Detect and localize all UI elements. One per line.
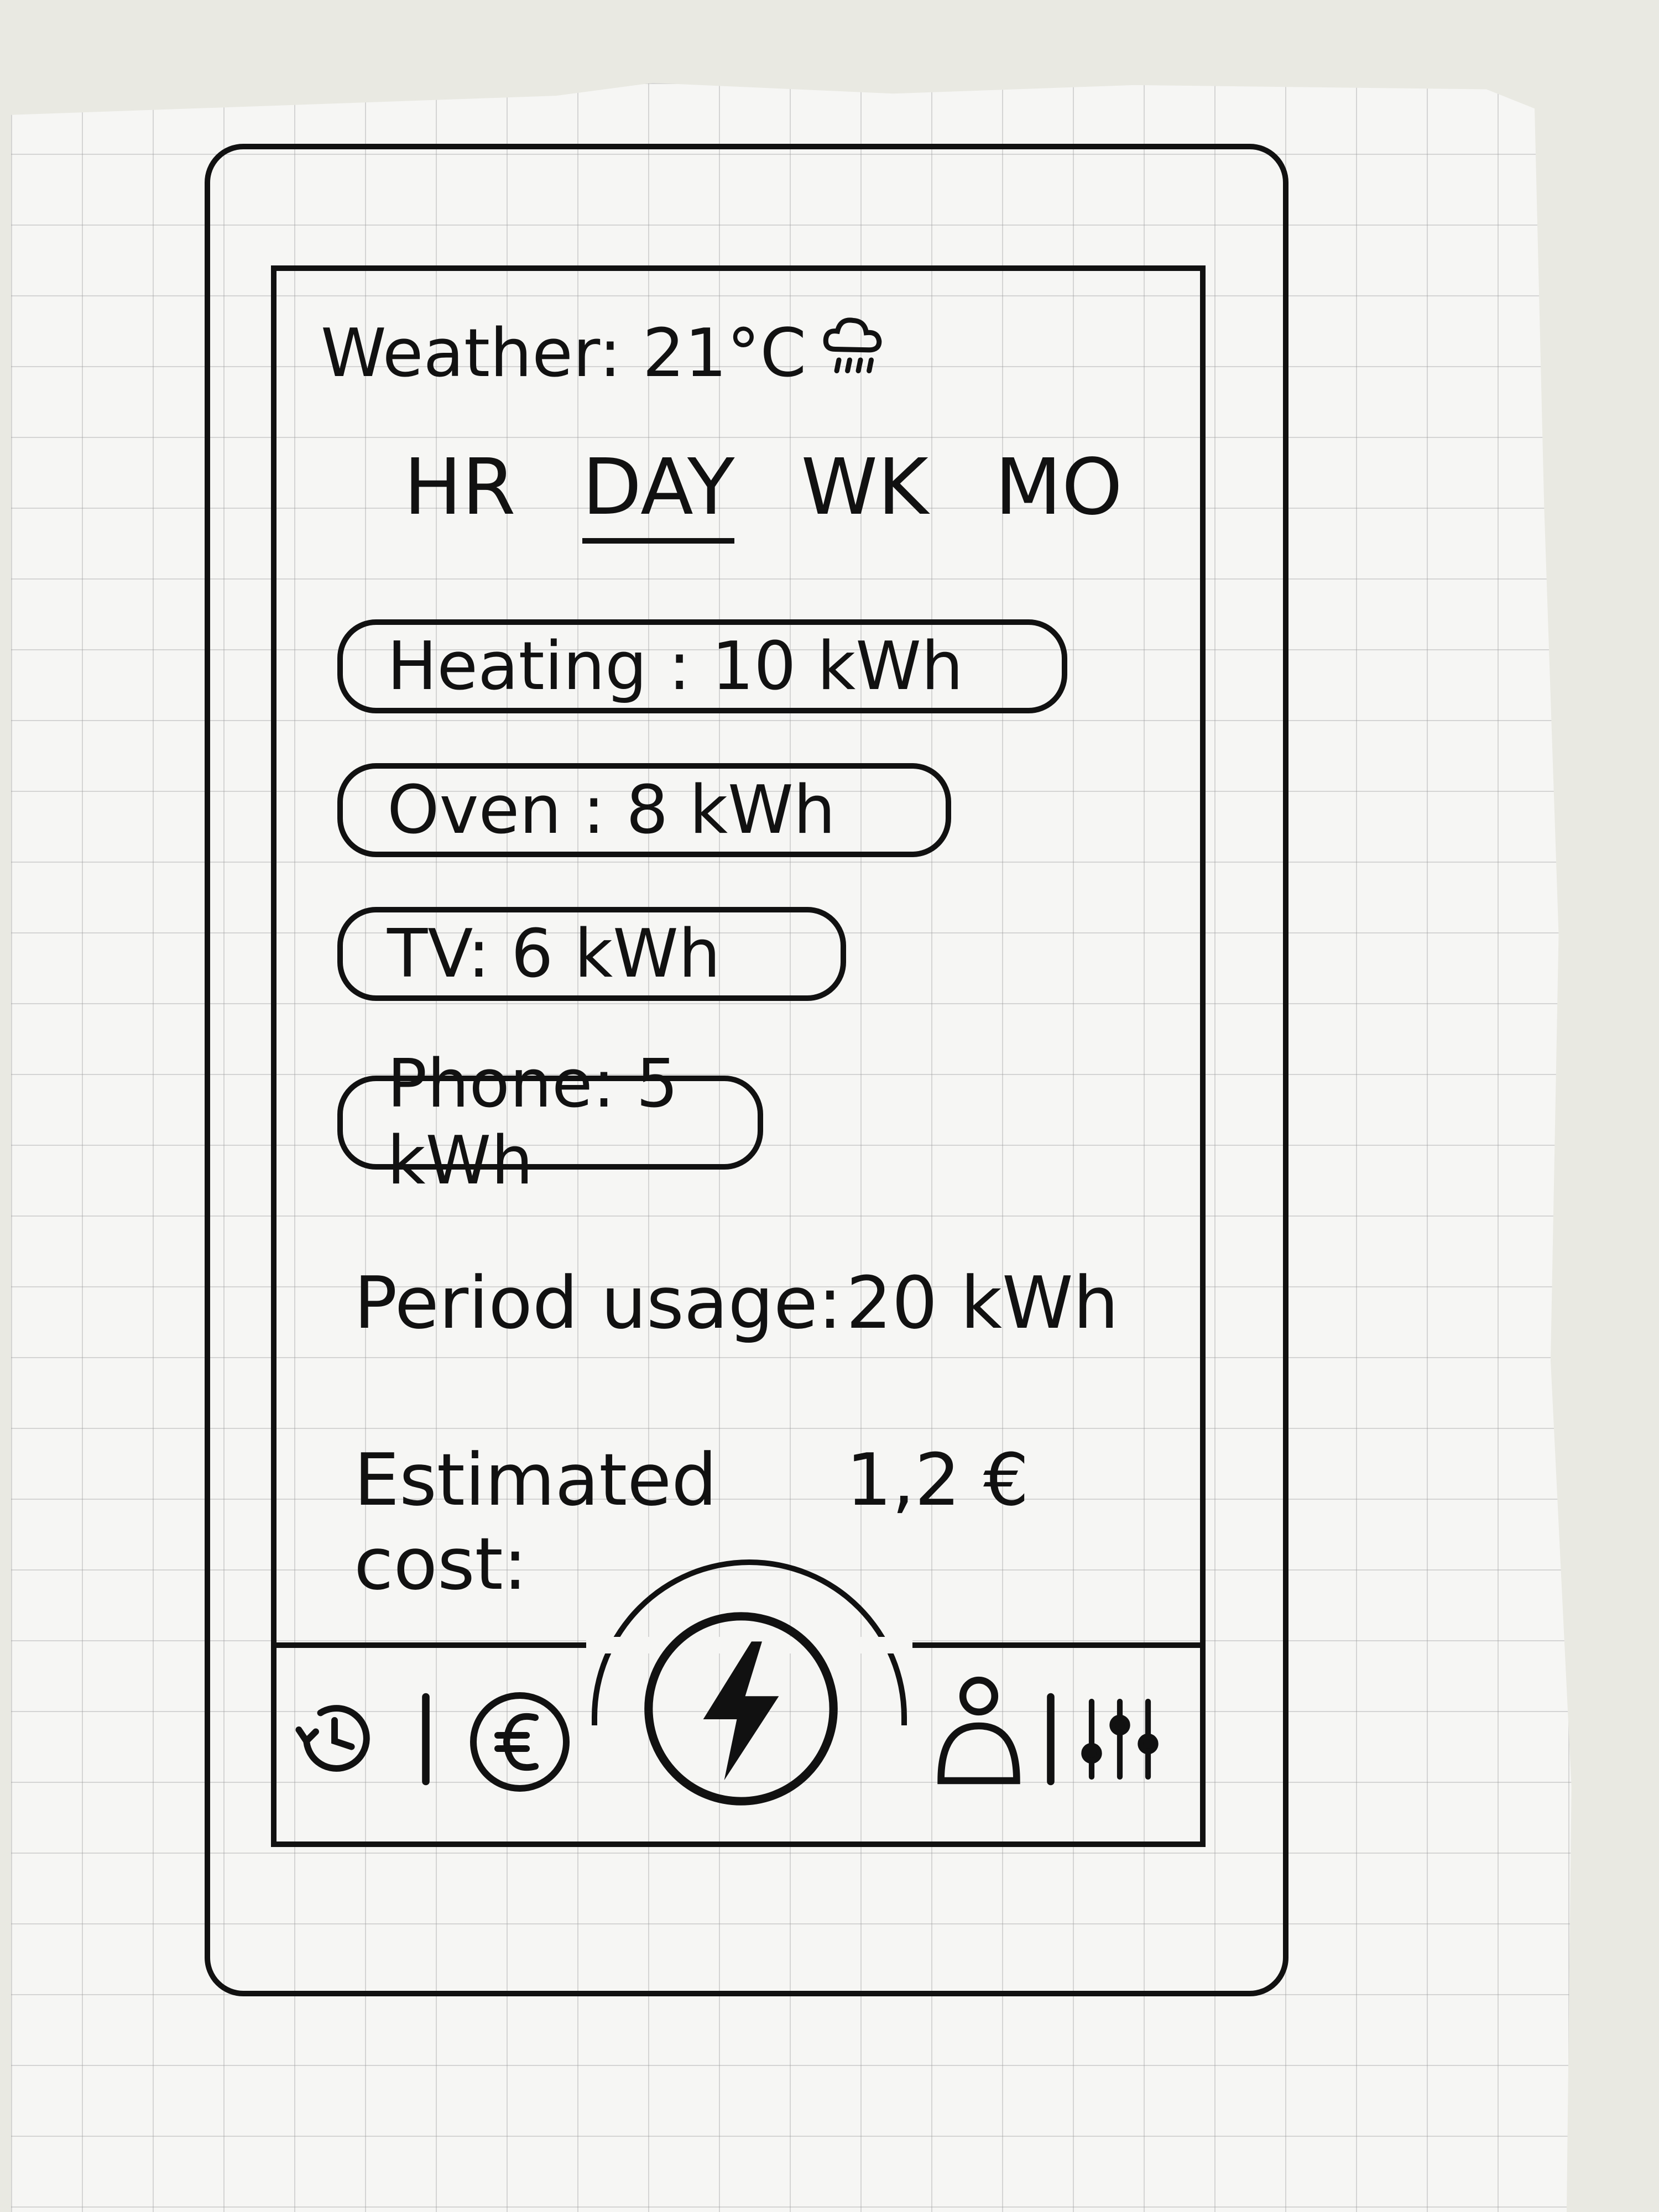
- tab-hr[interactable]: HR: [404, 442, 516, 544]
- device-oven-bar[interactable]: Oven : 8 kWh: [337, 763, 951, 857]
- nav-divider: [1045, 1692, 1056, 1786]
- cloud-rain-icon: [817, 310, 889, 398]
- device-heating-bar[interactable]: Heating : 10 kWh: [337, 619, 1067, 713]
- weather-display: Weather: 21°C: [321, 310, 889, 398]
- tab-wk[interactable]: WK: [801, 442, 928, 544]
- weather-label: Weather: 21°C: [321, 315, 807, 392]
- device-phone-label: Phone: 5 kWh: [387, 1046, 679, 1199]
- user-icon[interactable]: [929, 1670, 1029, 1792]
- nav-divider: [420, 1692, 431, 1786]
- device-tv-bar[interactable]: TV: 6 kWh: [337, 907, 846, 1001]
- device-oven-label: Oven : 8 kWh: [387, 771, 836, 849]
- device-tv-label: TV: 6 kWh: [387, 915, 721, 993]
- euro-icon[interactable]: [465, 1687, 575, 1797]
- tab-day[interactable]: DAY: [582, 442, 735, 544]
- period-usage-row: Period usage: 20 kWh: [354, 1261, 1119, 1345]
- device-heating-label: Heating : 10 kWh: [387, 628, 963, 705]
- history-icon[interactable]: [288, 1692, 382, 1786]
- period-tabs: HR DAY WK MO: [404, 442, 1123, 544]
- lightning-icon[interactable]: [636, 1604, 846, 1814]
- period-usage-value: 20 kWh: [846, 1261, 1119, 1345]
- estimated-cost-value: 1,2 €: [846, 1438, 1029, 1522]
- device-phone-bar[interactable]: Phone: 5 kWh: [337, 1046, 763, 1199]
- period-usage-label: Period usage:: [354, 1261, 842, 1345]
- tab-mo[interactable]: MO: [995, 442, 1123, 544]
- sliders-icon[interactable]: [1073, 1692, 1167, 1786]
